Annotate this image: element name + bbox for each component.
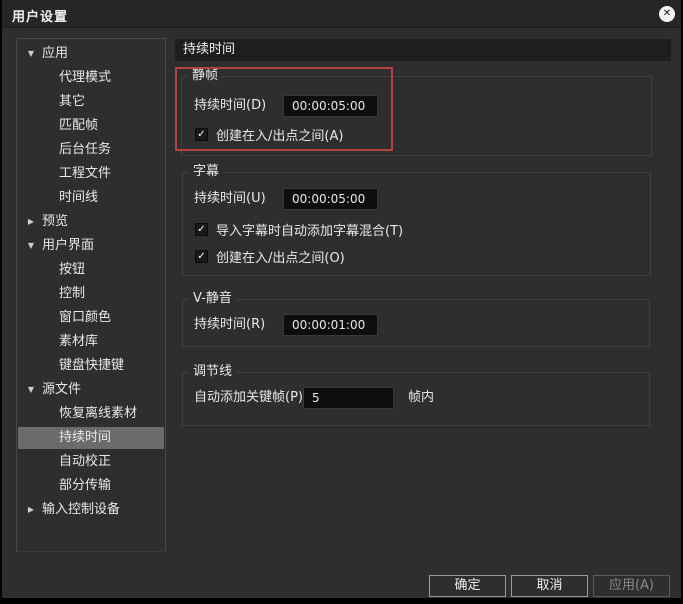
check-icon: ✓ — [197, 250, 206, 262]
close-x-glyph: ✕ — [662, 8, 672, 19]
subtitle-duration-input[interactable] — [283, 188, 378, 210]
sidebar-item-source-files[interactable]: ▼ 源文件 — [18, 379, 164, 401]
sidebar-item-label: 源文件 — [42, 382, 82, 397]
sidebar-item-project-files[interactable]: 工程文件 — [18, 163, 164, 185]
checkbox-label: 创建在入/出点之间(O) — [216, 250, 345, 266]
dialog-title: 用户设置 — [12, 10, 69, 25]
sidebar-item-label: 部分传输 — [59, 478, 112, 493]
sidebar-item-label: 匹配帧 — [59, 118, 99, 133]
apply-button[interactable]: 应用(A) — [593, 575, 670, 597]
settings-tree: ▼ 应用 代理模式 其它 匹配帧 后台任务 工程文件 时间线 ▶ 预览 ▼ 用户… — [16, 38, 166, 552]
sidebar-item-proxy-mode[interactable]: 代理模式 — [18, 67, 164, 89]
triangle-right-icon[interactable]: ▶ — [25, 211, 37, 233]
sidebar-item-label: 工程文件 — [59, 166, 112, 181]
sidebar-item-label: 键盘快捷键 — [59, 358, 125, 373]
sidebar-item-user-interface[interactable]: ▼ 用户界面 — [18, 235, 164, 257]
vmute-duration-input[interactable] — [283, 314, 378, 336]
sidebar-item-partial-transfer[interactable]: 部分传输 — [18, 475, 164, 497]
checkbox-label: 创建在入/出点之间(A) — [216, 128, 344, 144]
screen: { "window": { "title": "用户设置" }, "icons"… — [0, 0, 683, 604]
sidebar-item-label: 恢复离线素材 — [59, 406, 138, 421]
sidebar-item-restore-offline-clips[interactable]: 恢复离线素材 — [18, 403, 164, 425]
sidebar-item-buttons[interactable]: 按钮 — [18, 259, 164, 281]
still-duration-label: 持续时间(D) — [194, 98, 267, 113]
still-create-between-inout-checkbox[interactable]: ✓ 创建在入/出点之间(A) — [195, 126, 344, 144]
sidebar-item-timeline[interactable]: 时间线 — [18, 187, 164, 209]
sidebar-item-duration-selected[interactable]: 持续时间 — [18, 427, 164, 449]
keyframe-input[interactable] — [303, 387, 394, 409]
titlebar: 用户设置 ✕ — [2, 0, 681, 28]
checkbox-checked-icon[interactable]: ✓ — [195, 127, 208, 141]
checkbox-checked-icon[interactable]: ✓ — [195, 249, 208, 263]
sidebar-item-label: 素材库 — [59, 334, 99, 349]
sidebar-item-keyboard-shortcuts[interactable]: 键盘快捷键 — [18, 355, 164, 377]
sidebar-item-auto-correction[interactable]: 自动校正 — [18, 451, 164, 473]
user-settings-dialog: 用户设置 ✕ ▼ 应用 代理模式 其它 匹配帧 后台任务 工程文件 时间线 ▶ … — [2, 0, 681, 598]
sidebar-item-label: 用户界面 — [42, 238, 95, 253]
keyframe-label: 自动添加关键帧(P) — [194, 390, 303, 405]
check-icon: ✓ — [197, 128, 206, 140]
check-icon: ✓ — [197, 223, 206, 235]
sidebar-item-label: 控制 — [59, 286, 86, 301]
sidebar-item-input-control-devices[interactable]: ▶ 输入控制设备 — [18, 499, 164, 521]
triangle-down-icon[interactable]: ▼ — [25, 43, 37, 65]
group-title: V-静音 — [189, 291, 236, 307]
triangle-down-icon[interactable]: ▼ — [25, 379, 37, 401]
ok-button[interactable]: 确定 — [429, 575, 506, 597]
keyframe-suffix: 帧内 — [408, 390, 435, 405]
sidebar-item-bin[interactable]: 素材库 — [18, 331, 164, 353]
sidebar-item-label: 持续时间 — [59, 430, 112, 445]
sidebar-item-control[interactable]: 控制 — [18, 283, 164, 305]
sidebar-item-label: 时间线 — [59, 190, 99, 205]
sidebar-item-label: 应用 — [42, 46, 69, 61]
sidebar-item-label: 后台任务 — [59, 142, 112, 157]
group-title: 静帧 — [188, 68, 223, 84]
sidebar-item-label: 窗口颜色 — [59, 310, 112, 325]
sidebar-item-label: 输入控制设备 — [42, 502, 121, 517]
triangle-down-icon[interactable]: ▼ — [25, 235, 37, 257]
subtitle-auto-mixer-checkbox[interactable]: ✓ 导入字幕时自动添加字幕混合(T) — [195, 221, 404, 239]
sidebar-item-background-jobs[interactable]: 后台任务 — [18, 139, 164, 161]
sidebar-item-label: 按钮 — [59, 262, 86, 277]
page-title: 持续时间 — [175, 39, 671, 61]
checkbox-label: 导入字幕时自动添加字幕混合(T) — [216, 223, 404, 239]
group-title: 调节线 — [189, 364, 237, 380]
sidebar-item-label: 代理模式 — [59, 70, 112, 85]
group-title: 字幕 — [189, 164, 224, 180]
sidebar-item-other[interactable]: 其它 — [18, 91, 164, 113]
checkbox-checked-icon[interactable]: ✓ — [195, 222, 208, 236]
subtitle-duration-label: 持续时间(U) — [194, 191, 266, 206]
sidebar-item-match-frame[interactable]: 匹配帧 — [18, 115, 164, 137]
cancel-button[interactable]: 取消 — [511, 575, 588, 597]
close-icon[interactable]: ✕ — [659, 6, 675, 22]
vmute-duration-label: 持续时间(R) — [194, 317, 266, 332]
sidebar-item-label: 自动校正 — [59, 454, 112, 469]
sidebar-item-window-colors[interactable]: 窗口颜色 — [18, 307, 164, 329]
still-duration-input[interactable] — [283, 95, 378, 117]
sidebar-item-label: 预览 — [42, 214, 69, 229]
sidebar-item-preview[interactable]: ▶ 预览 — [18, 211, 164, 233]
triangle-right-icon[interactable]: ▶ — [25, 499, 37, 521]
sidebar-item-application[interactable]: ▼ 应用 — [18, 43, 164, 65]
sidebar-item-label: 其它 — [59, 94, 86, 109]
subtitle-create-between-inout-checkbox[interactable]: ✓ 创建在入/出点之间(O) — [195, 248, 345, 266]
